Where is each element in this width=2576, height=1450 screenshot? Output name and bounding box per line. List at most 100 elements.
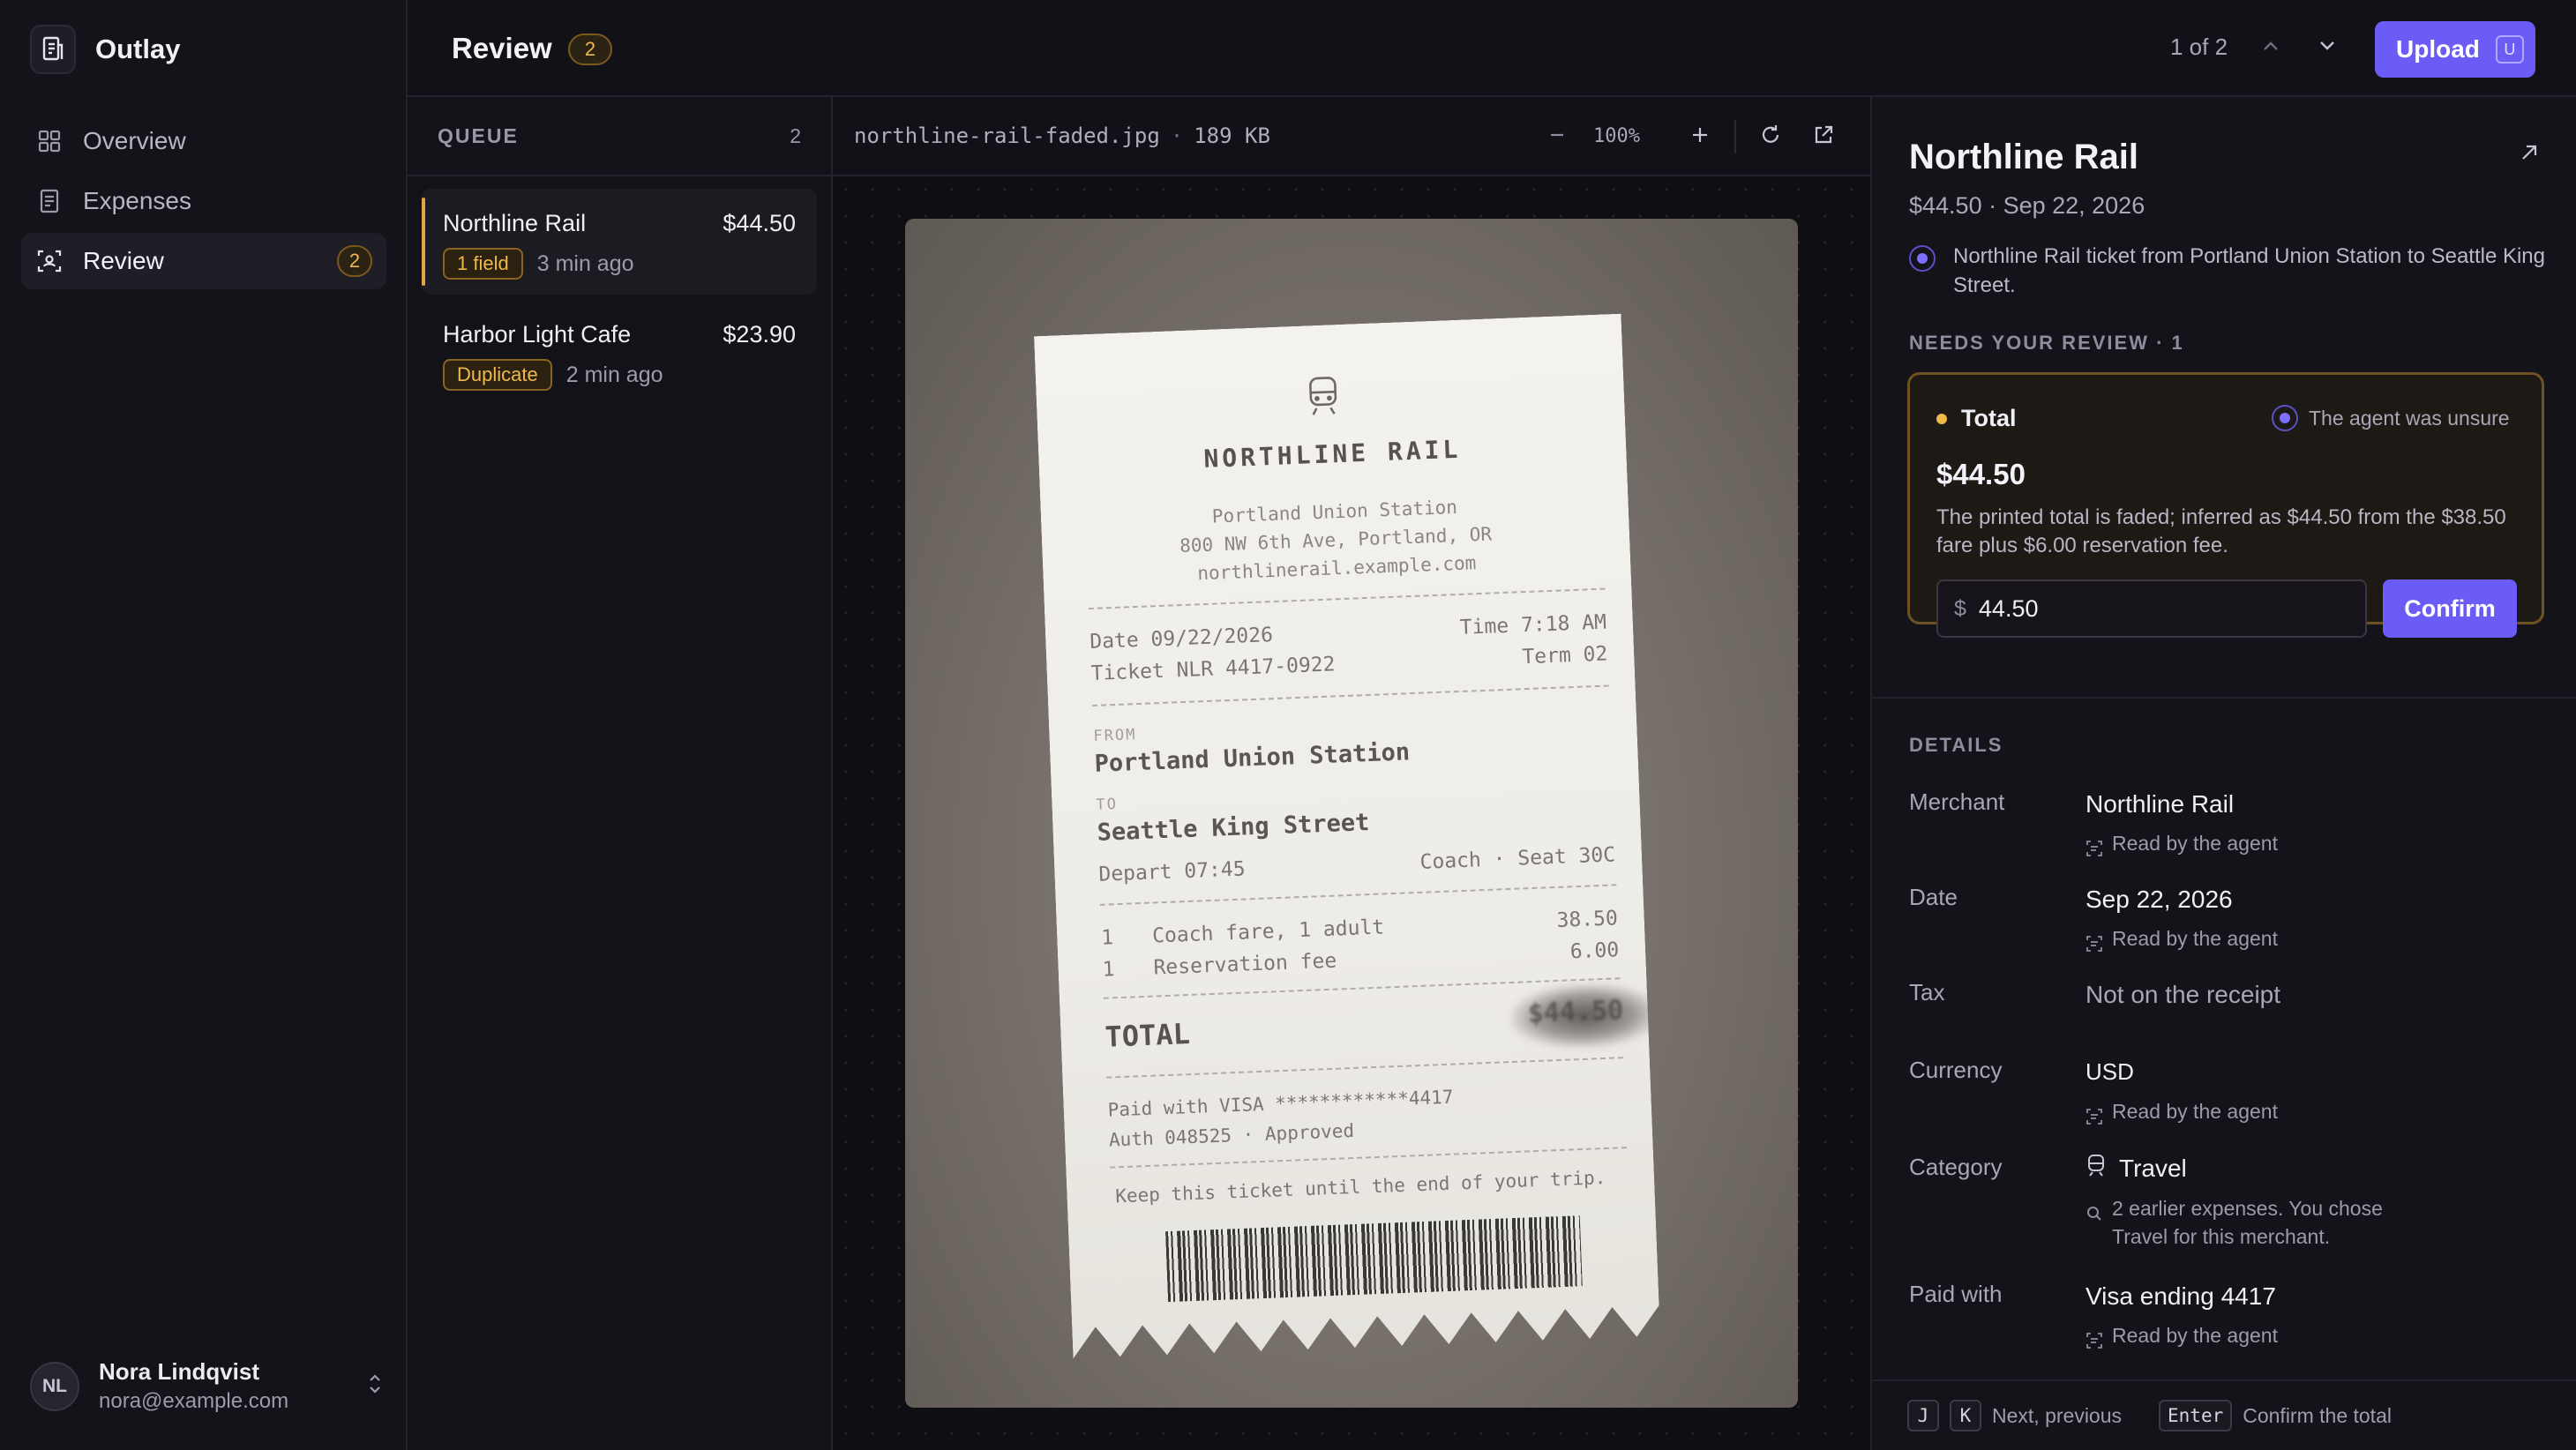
sidebar-item-overview[interactable]: Overview: [21, 113, 386, 169]
detail-label: Category: [1909, 1154, 2003, 1180]
queue-count: 2: [790, 123, 801, 147]
detail-meta: Read by the agent: [2086, 1321, 2278, 1357]
total-amount-input[interactable]: $ 44.50: [1936, 579, 2367, 638]
zoom-in-button[interactable]: [1680, 116, 1720, 157]
receipt-class-seat: Coach · Seat 30C: [1419, 843, 1616, 874]
scan-icon: [2086, 931, 2103, 960]
queue-item-northline-rail[interactable]: Northline Rail $44.50 1 field 3 min ago: [422, 189, 817, 295]
category-value: Travel: [2086, 1154, 2187, 1183]
brand[interactable]: Outlay: [30, 25, 180, 74]
receipt-divider: [1089, 588, 1606, 609]
receipt-to-label: TO: [1096, 795, 1119, 814]
receipt-icon: [35, 187, 64, 215]
receipt-total-faded: $44.50: [1527, 995, 1624, 1030]
shortcut-hint: Confirm the total: [2243, 1403, 2392, 1427]
sidebar-item-label: Overview: [83, 127, 186, 154]
detail-value: Visa ending 4417: [2086, 1282, 2276, 1310]
chevron-up-icon: [2262, 40, 2280, 56]
sidebar-item-review[interactable]: Review 2: [21, 233, 386, 289]
queue-heading: QUEUE: [438, 123, 519, 147]
receipt-line2-amount: 6.00: [1569, 938, 1620, 964]
detail-value: Northline Rail: [2086, 790, 2235, 818]
detail-meta-text: Read by the agent: [2112, 1324, 2278, 1347]
viewer-toolbar: northline-rail-faded.jpg · 189 KB 100%: [833, 97, 1870, 176]
pager-text: 1 of 2: [2170, 34, 2228, 60]
zoom-out-button[interactable]: [1537, 116, 1577, 157]
receipt-line1-desc: Coach fare, 1 adult: [1151, 916, 1385, 948]
receipt-footer: Keep this ticket until the end of your t…: [1114, 1167, 1606, 1207]
detail-meta: 2 earlier expenses. You chose Travel for…: [2086, 1194, 2430, 1251]
receipt-viewer: northline-rail-faded.jpg · 189 KB 100% N…: [833, 97, 1870, 1450]
queue-header: QUEUE 2: [408, 97, 831, 176]
user-menu[interactable]: NL Nora Lindqvist nora@example.com: [30, 1358, 383, 1414]
train-icon: [2086, 1154, 2107, 1183]
minus-icon: [1548, 126, 1566, 148]
queue-item-merchant: Northline Rail: [443, 210, 587, 236]
zoom-level: 100%: [1593, 125, 1640, 147]
detail-meta: Read by the agent: [2086, 1097, 2278, 1132]
receipt-line1-qty: 1: [1100, 926, 1114, 950]
receipt-divider: [1100, 884, 1617, 905]
chevron-up-down-icon[interactable]: [367, 1372, 383, 1400]
toolbar-divider: [1734, 120, 1736, 153]
total-amount-value: 44.50: [1978, 594, 2039, 622]
review-field-name: Total: [1961, 405, 2017, 431]
user-email: nora@example.com: [99, 1389, 289, 1413]
detail-description: Northline Rail ticket from Portland Unio…: [1953, 244, 2546, 297]
keyboard-hints: J K Next, previous Enter Confirm the tot…: [1872, 1379, 2576, 1450]
receipt-depart: Depart 07:45: [1097, 857, 1247, 886]
receipt-term: Term 02: [1521, 642, 1608, 669]
detail-value: Travel: [2119, 1154, 2187, 1182]
receipt-divider: [1106, 1057, 1623, 1078]
detail-label: Tax: [1909, 979, 1945, 1005]
confirm-button[interactable]: Confirm: [2383, 579, 2517, 638]
app-logo-icon: [30, 25, 76, 74]
app-name: Outlay: [95, 34, 181, 64]
receipt-address: Portland Union Station 800 NW 6th Ave, P…: [1041, 486, 1631, 593]
receipt-line1-amount: 38.50: [1556, 907, 1619, 932]
scan-icon: [35, 247, 64, 275]
receipt-divider: [1092, 684, 1609, 706]
scan-icon: [2086, 836, 2103, 864]
currency-symbol: $: [1954, 595, 1966, 621]
receipt-paper: NORTHLINE RAIL Portland Union Station 80…: [1034, 314, 1660, 1359]
agent-icon: [2272, 405, 2298, 431]
receipt-ticket: Ticket NLR 4417-0922: [1090, 653, 1336, 685]
receipt-brand: NORTHLINE RAIL: [1202, 434, 1462, 474]
barcode-icon: [1165, 1215, 1583, 1302]
detail-label: Paid with: [1909, 1281, 2003, 1307]
review-card-total: Total The agent was unsure $44.50 The pr…: [1907, 372, 2544, 638]
previous-button[interactable]: [2251, 28, 2290, 67]
receipt-line2-desc: Reservation fee: [1153, 949, 1337, 980]
review-count-badge: 2: [337, 245, 372, 277]
review-queue: QUEUE 2 Northline Rail $44.50 1 field 3 …: [408, 97, 833, 1450]
queue-item-harbor-light-cafe[interactable]: Harbor Light Cafe $23.90 Duplicate 2 min…: [422, 300, 817, 406]
external-link-icon: [1812, 123, 1835, 151]
next-button[interactable]: [2308, 28, 2347, 67]
detail-meta-text: Read by the agent: [2112, 1100, 2278, 1123]
detail-meta-text: Read by the agent: [2112, 927, 2278, 950]
user-info: Nora Lindqvist nora@example.com: [99, 1358, 288, 1414]
receipt-from: Portland Union Station: [1094, 738, 1411, 778]
search-icon: [2086, 1201, 2103, 1230]
file-separator: ·: [1170, 123, 1184, 148]
receipt-divider: [1110, 1147, 1627, 1168]
status-badge: 1 field: [443, 248, 523, 280]
grid-icon: [35, 127, 64, 155]
queue-item-time: 2 min ago: [565, 362, 663, 387]
receipt-auth: Auth 048525 · Approved: [1108, 1119, 1355, 1151]
sidebar-item-expenses[interactable]: Expenses: [21, 173, 386, 229]
detail-value: Sep 22, 2026: [2086, 886, 2233, 913]
rotate-button[interactable]: [1750, 116, 1791, 157]
user-name: Nora Lindqvist: [99, 1358, 260, 1385]
sidebar-item-label: Expenses: [83, 187, 191, 214]
expand-icon[interactable]: [2520, 143, 2539, 167]
open-external-button[interactable]: [1803, 116, 1844, 157]
upload-button[interactable]: Upload U: [2375, 21, 2535, 78]
queue-item-time: 3 min ago: [536, 250, 634, 276]
upload-label: Upload: [2396, 35, 2480, 63]
detail-meta-text: Read by the agent: [2112, 832, 2278, 855]
detail-subtitle: $44.50 · Sep 22, 2026: [1909, 192, 2145, 219]
queue-item-merchant: Harbor Light Cafe: [443, 321, 632, 348]
divider: [1872, 697, 2576, 699]
